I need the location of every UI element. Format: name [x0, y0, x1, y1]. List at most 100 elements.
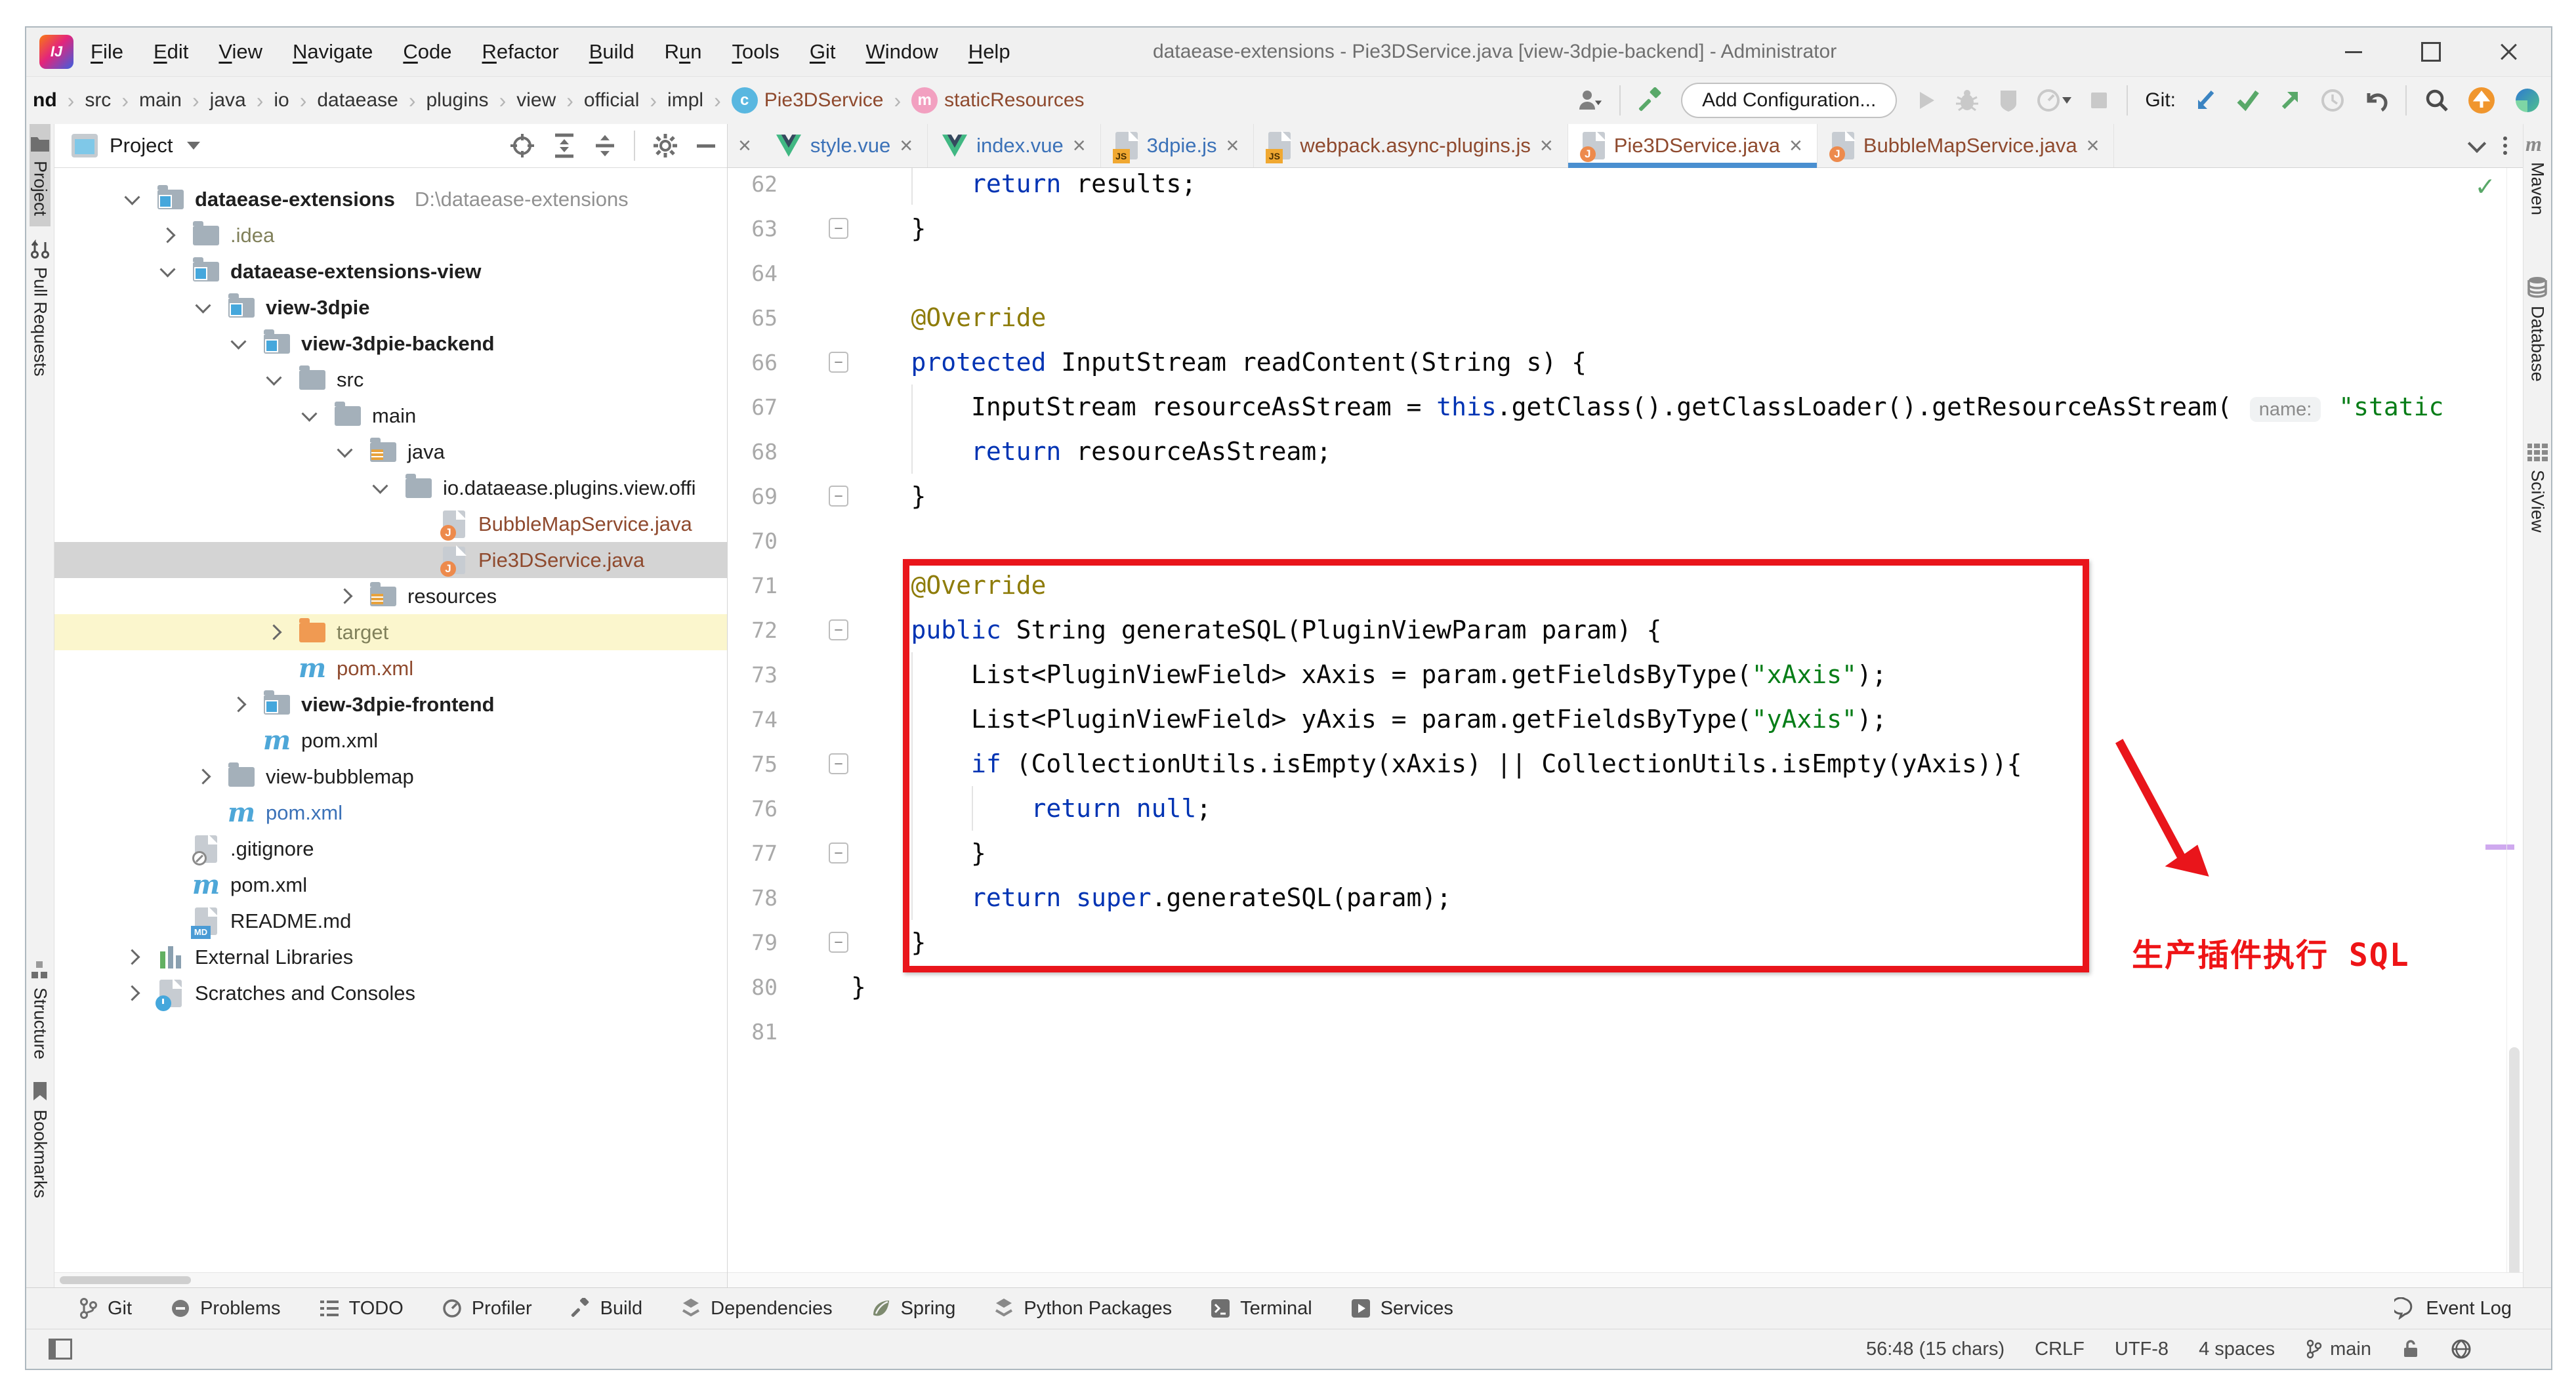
- tree-row-pom.xml[interactable]: mpom.xml: [54, 795, 727, 831]
- breadcrumb-item[interactable]: java: [210, 89, 246, 112]
- tree-row-pom.xml[interactable]: mpom.xml: [54, 867, 727, 903]
- line-number[interactable]: 78: [728, 885, 778, 911]
- add-configuration-button[interactable]: Add Configuration...: [1681, 83, 1897, 118]
- project-horizontal-scrollbar[interactable]: [54, 1272, 727, 1287]
- close-icon[interactable]: ×: [1540, 135, 1553, 157]
- user-icon[interactable]: [1576, 87, 1602, 114]
- chevron-down-icon[interactable]: [224, 329, 253, 358]
- close-icon[interactable]: ×: [1789, 135, 1802, 157]
- fold-marker-icon[interactable]: −: [829, 352, 848, 373]
- tree-row-target[interactable]: target: [54, 614, 727, 650]
- tool-window-button-build[interactable]: Build: [570, 1298, 643, 1320]
- chevron-down-icon[interactable]: [2468, 135, 2486, 153]
- tool-window-button-services[interactable]: Services: [1350, 1298, 1453, 1320]
- close-button[interactable]: [2470, 28, 2547, 76]
- tool-stripe-sciview[interactable]: SciView: [2526, 432, 2548, 543]
- layout-icon[interactable]: [49, 1339, 72, 1360]
- fold-marker-icon[interactable]: −: [829, 843, 848, 864]
- menu-item-navigate[interactable]: Navigate: [293, 40, 373, 64]
- line-separator[interactable]: CRLF: [2035, 1339, 2085, 1360]
- search-icon[interactable]: [2424, 87, 2450, 114]
- menu-item-code[interactable]: Code: [403, 40, 451, 64]
- tool-window-button-problems[interactable]: Problems: [170, 1298, 281, 1320]
- chevron-down-icon[interactable]: [295, 402, 323, 430]
- line-number[interactable]: 69: [728, 484, 778, 509]
- line-number[interactable]: 75: [728, 751, 778, 777]
- line-number[interactable]: 71: [728, 573, 778, 598]
- tree-row-view-bubblemap[interactable]: view-bubblemap: [54, 759, 727, 795]
- debug-icon[interactable]: [1955, 88, 1980, 113]
- breadcrumb-item[interactable]: main: [139, 89, 182, 112]
- project-view-title[interactable]: Project: [110, 134, 173, 157]
- tool-stripe-project[interactable]: Project: [30, 124, 51, 226]
- breadcrumb-item[interactable]: src: [85, 89, 111, 112]
- git-update-icon[interactable]: [2193, 88, 2218, 113]
- line-number[interactable]: 63: [728, 216, 778, 241]
- tree-row-io.dataease.plugins.view.offi[interactable]: io.dataease.plugins.view.offi: [54, 470, 727, 506]
- chevron-down-icon[interactable]: [330, 438, 359, 467]
- tool-stripe-structure[interactable]: Structure: [30, 949, 51, 1070]
- tree-row-external-libraries[interactable]: External Libraries: [54, 939, 727, 975]
- close-icon[interactable]: ×: [1226, 135, 1239, 157]
- update-available-icon[interactable]: [2467, 86, 2496, 115]
- line-number[interactable]: 74: [728, 707, 778, 732]
- tool-stripe-maven[interactable]: mMaven: [2524, 124, 2550, 226]
- inspection-ok-icon[interactable]: ✓: [2476, 169, 2494, 203]
- tree-row-main[interactable]: main: [54, 398, 727, 434]
- code-editor[interactable]: 62 return results;63− }6465 @Override66−…: [728, 168, 2523, 1272]
- hidden-tab-close-icon[interactable]: ×: [728, 124, 762, 167]
- collapse-all-icon[interactable]: [593, 133, 617, 159]
- editor-tab-pie3dservice.java[interactable]: JPie3DService.java×: [1568, 124, 1818, 167]
- line-number[interactable]: 65: [728, 305, 778, 331]
- chevron-down-icon[interactable]: [259, 365, 288, 394]
- line-number[interactable]: 68: [728, 439, 778, 465]
- maximize-button[interactable]: [2392, 28, 2470, 76]
- event-log-button[interactable]: Event Log: [2394, 1297, 2512, 1320]
- tree-row-bubblemapservice.java[interactable]: JBubbleMapService.java: [54, 506, 727, 542]
- breadcrumb-class[interactable]: cPie3DService: [732, 87, 884, 114]
- menu-item-tools[interactable]: Tools: [732, 40, 779, 64]
- chevron-right-icon[interactable]: [117, 979, 146, 1008]
- tool-window-button-spring[interactable]: Spring: [871, 1298, 956, 1320]
- fold-marker-icon[interactable]: −: [829, 753, 848, 774]
- tool-window-button-profiler[interactable]: Profiler: [442, 1298, 532, 1320]
- menu-item-file[interactable]: File: [91, 40, 123, 64]
- chevron-down-icon[interactable]: [365, 474, 394, 503]
- breadcrumb-item[interactable]: official: [584, 89, 640, 112]
- tree-row-pom.xml[interactable]: mpom.xml: [54, 722, 727, 759]
- scrollbar-thumb[interactable]: [2509, 1047, 2520, 1272]
- minimize-button[interactable]: [2315, 28, 2392, 76]
- chevron-right-icon[interactable]: [330, 582, 359, 611]
- coverage-icon[interactable]: [1997, 88, 2020, 113]
- close-icon[interactable]: ×: [1073, 135, 1086, 157]
- git-branch[interactable]: main: [2305, 1339, 2371, 1360]
- breadcrumb-method[interactable]: mstaticResources: [911, 87, 1084, 114]
- caret-position[interactable]: 56:48 (15 chars): [1866, 1339, 2005, 1360]
- gear-icon[interactable]: [652, 133, 678, 159]
- chevron-right-icon[interactable]: [153, 221, 182, 250]
- menu-item-window[interactable]: Window: [866, 40, 938, 64]
- breadcrumb-item[interactable]: plugins: [426, 89, 488, 112]
- chevron-right-icon[interactable]: [259, 618, 288, 647]
- tool-window-button-git[interactable]: Git: [77, 1297, 132, 1320]
- locate-file-icon[interactable]: [509, 133, 535, 159]
- breadcrumb-item[interactable]: dataease: [317, 89, 398, 112]
- tool-stripe-pull-requests[interactable]: Pull Requests: [30, 226, 51, 387]
- close-icon[interactable]: ×: [2087, 135, 2100, 157]
- tree-row-view-3dpie-backend[interactable]: view-3dpie-backend: [54, 325, 727, 362]
- tool-stripe-database[interactable]: Database: [2526, 265, 2548, 392]
- editor-tab-bubblemapservice.java[interactable]: JBubbleMapService.java×: [1818, 124, 2115, 167]
- more-options-icon[interactable]: [2503, 136, 2507, 155]
- tree-row-scratches-and-consoles[interactable]: Scratches and Consoles: [54, 975, 727, 1011]
- line-number[interactable]: 64: [728, 260, 778, 286]
- breadcrumb-module[interactable]: nd: [33, 89, 57, 112]
- expand-all-icon[interactable]: [552, 133, 576, 159]
- breadcrumb-item[interactable]: impl: [667, 89, 703, 112]
- editor-vertical-scrollbar[interactable]: [2506, 168, 2523, 1272]
- line-number[interactable]: 66: [728, 350, 778, 375]
- tree-row-pie3dservice.java[interactable]: JPie3DService.java: [54, 542, 727, 578]
- chevron-down-icon[interactable]: [153, 257, 182, 286]
- gradle-sphere-icon[interactable]: [2513, 86, 2542, 115]
- editor-tab-webpack.async-plugins.js[interactable]: JSwebpack.async-plugins.js×: [1254, 124, 1568, 167]
- breadcrumb-item[interactable]: view: [516, 89, 556, 112]
